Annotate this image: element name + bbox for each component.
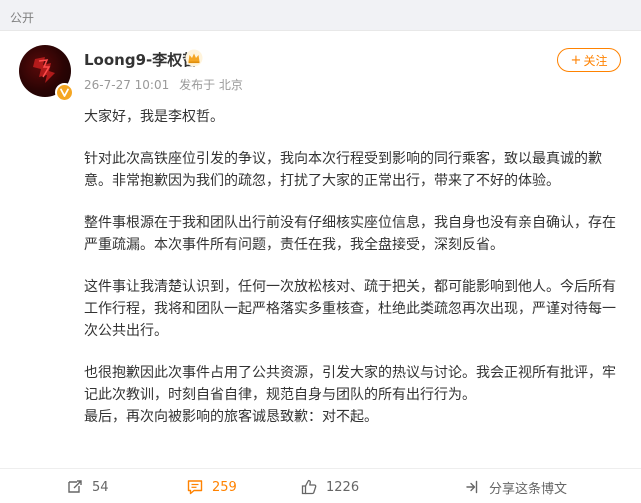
- plus-icon: +: [570, 52, 582, 68]
- comment-count: 259: [212, 479, 237, 495]
- post-paragraph: 最后，再次向被影响的旅客诚恳致歉：对不起。: [84, 409, 378, 425]
- follow-label: 关注: [583, 53, 608, 68]
- post-paragraph: 针对此次高铁座位引发的争议，我向本次行程受到影响的同行乘客，致以最真诚的歉意。非…: [84, 151, 602, 189]
- weibo-post-page: 公开 Loong9-李权哲 26-7-27 10:01 发布于 北京 + 关注: [0, 0, 641, 503]
- post-content: 大家好，我是李权哲。 针对此次高铁座位引发的争议，我向本次行程受到影响的同行乘客…: [84, 106, 624, 428]
- action-bar: 54 259 1226 分享这条博文: [0, 468, 641, 503]
- share-button[interactable]: 分享这条博文: [463, 469, 567, 503]
- post-paragraph: 这件事让我清楚认识到，任何一次放松核对、疏于把关，都可能影响到他人。今后所有工作…: [84, 279, 616, 339]
- repost-icon: [68, 480, 82, 493]
- avatar-image: [33, 57, 55, 83]
- post-paragraph: 也很抱歉因此次事件占用了公共资源，引发大家的热议与讨论。我会正视所有批评，牢记此…: [84, 365, 616, 403]
- post-source: 发布于 北京: [179, 78, 243, 92]
- repost-count: 54: [92, 479, 109, 495]
- post-paragraph: 整件事根源在于我和团队出行前没有仔细核实座位信息，我自身也没有亲自确认，存在严重…: [84, 215, 616, 253]
- post-paragraph: 大家好，我是李权哲。: [84, 109, 224, 125]
- comment-button[interactable]: 259: [186, 469, 237, 503]
- comment-icon: [187, 480, 203, 495]
- vip-badge-icon: [55, 83, 74, 102]
- crown-icon: [185, 49, 203, 67]
- user-name[interactable]: Loong9-李权哲: [84, 49, 197, 70]
- post-meta: 26-7-27 10:01 发布于 北京: [84, 76, 243, 93]
- follow-button[interactable]: + 关注: [557, 48, 621, 72]
- like-button[interactable]: 1226: [300, 469, 359, 503]
- like-count: 1226: [326, 479, 360, 495]
- share-label: 分享这条博文: [489, 481, 568, 497]
- post-time[interactable]: 26-7-27 10:01: [84, 78, 169, 92]
- share-icon: [466, 480, 478, 494]
- visibility-label: 公开: [10, 11, 35, 25]
- post-card: Loong9-李权哲 26-7-27 10:01 发布于 北京 + 关注 大家好…: [0, 30, 641, 503]
- repost-button[interactable]: 54: [66, 469, 109, 503]
- like-icon: [301, 479, 317, 495]
